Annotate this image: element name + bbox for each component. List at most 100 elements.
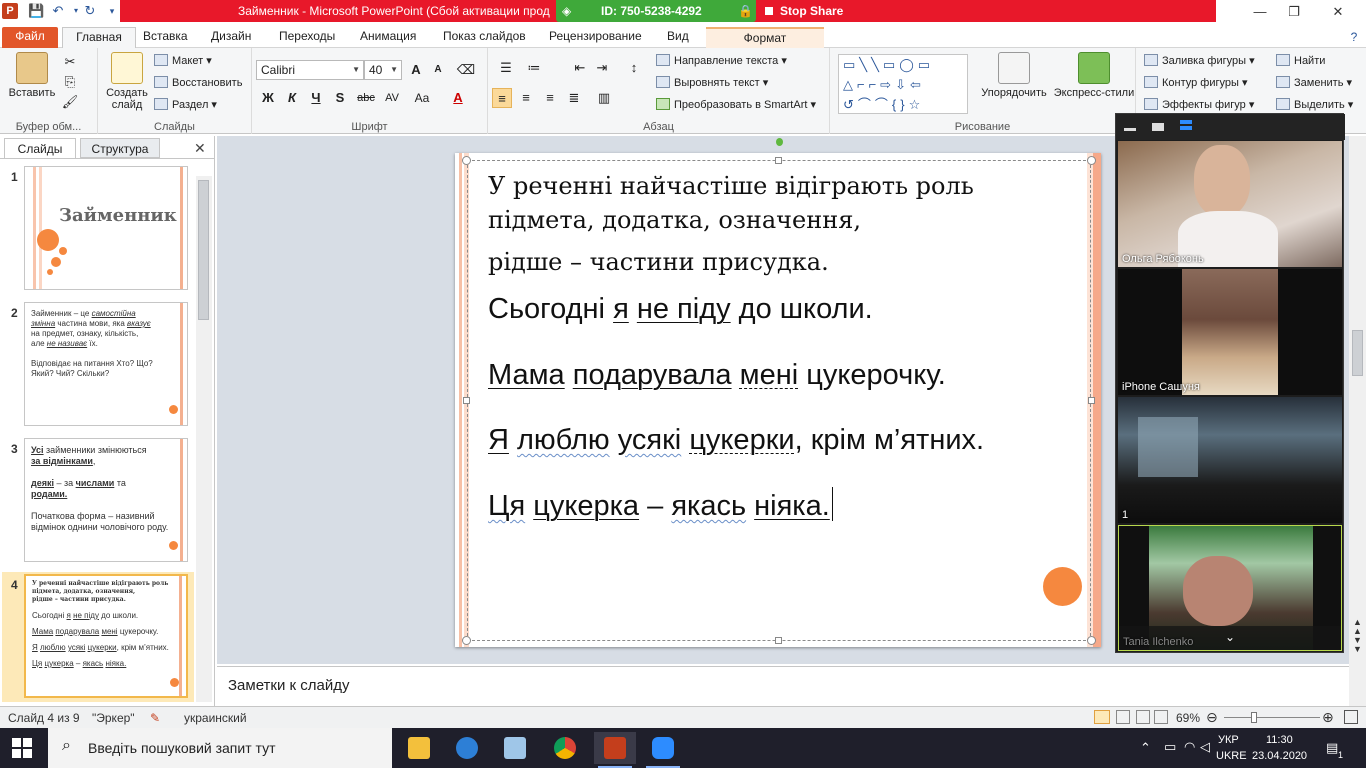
help-icon[interactable]: ? (1346, 29, 1362, 45)
char-spacing-button[interactable]: AV (380, 88, 404, 108)
shadow-button[interactable]: S (330, 88, 350, 108)
tab-slideshow[interactable]: Показ слайдов (443, 27, 526, 48)
columns-icon[interactable]: ▥ (594, 88, 614, 108)
input-lang-2[interactable]: UKRE (1216, 750, 1247, 762)
zoom-level[interactable]: 69% (1176, 711, 1200, 725)
clock-date[interactable]: 23.04.2020 (1252, 750, 1307, 762)
customize-toolbar-icon[interactable]: ▾ (104, 3, 120, 19)
single-view-icon[interactable] (1152, 123, 1164, 131)
zoom-slider[interactable] (1224, 717, 1320, 718)
font-color-button[interactable]: A (448, 88, 468, 108)
smartart-button[interactable]: Преобразовать в SmartArt ▾ (656, 96, 816, 114)
resize-handle[interactable] (1088, 397, 1095, 404)
participant-tile-active[interactable]: Tania Ilchenko ⌄ (1118, 525, 1342, 651)
main-scrollbar[interactable]: ▲ ▲ ▼ ▼ (1349, 136, 1366, 706)
copy-icon[interactable]: ⎘ (60, 72, 80, 92)
text-direction-button[interactable]: Направление текста ▾ (656, 52, 787, 70)
redo-icon[interactable]: ↻ (82, 3, 98, 19)
gallery-view-icon[interactable] (1180, 126, 1192, 130)
windows-start-icon[interactable] (12, 738, 32, 758)
content-textbox[interactable]: У реченні найчастіше відіграють роль під… (467, 160, 1091, 641)
resize-handle[interactable] (775, 157, 782, 164)
align-right-button[interactable]: ≡ (540, 88, 560, 108)
file-explorer-app[interactable] (398, 732, 440, 764)
resize-handle[interactable] (1087, 156, 1096, 165)
justify-button[interactable]: ≣ (564, 88, 584, 108)
participant-tile[interactable]: Ольга Рябоконь (1118, 141, 1342, 267)
shape-fill-button[interactable]: Заливка фигуры ▾ (1144, 52, 1255, 70)
resize-handle[interactable] (463, 397, 470, 404)
select-button[interactable]: Выделить ▾ (1276, 96, 1353, 114)
bullets-icon[interactable]: ☰ (496, 58, 516, 78)
shape-effects-button[interactable]: Эффекты фигур ▾ (1144, 96, 1254, 114)
slideshow-icon[interactable] (1154, 710, 1168, 724)
paint-app[interactable] (494, 732, 536, 764)
tab-file[interactable]: Файл (2, 27, 58, 48)
replace-button[interactable]: Заменить ▾ (1276, 74, 1352, 92)
theme-name[interactable]: "Эркер" (92, 711, 135, 725)
shapes-gallery[interactable]: ▭╲╲▭◯▭ △⌐⌐⇨⇩⇦ ↺⌒⌒{}☆ (838, 54, 968, 114)
zoom-slider-thumb[interactable] (1251, 712, 1257, 723)
input-lang-1[interactable]: УКР (1218, 734, 1239, 746)
prev-slide-icon[interactable]: ▲ ▲ (1353, 618, 1362, 636)
undo-icon[interactable]: ↶ (50, 3, 66, 19)
language[interactable]: украинский (184, 711, 247, 725)
grow-font-button[interactable]: A (406, 60, 426, 80)
slides-scrollbar[interactable] (196, 176, 212, 702)
chevron-down-icon[interactable]: ⌄ (1225, 630, 1235, 644)
clock-time[interactable]: 11:30 (1266, 734, 1293, 746)
tab-design[interactable]: Дизайн (211, 27, 251, 48)
cut-icon[interactable]: ✂ (60, 52, 80, 72)
tab-slides[interactable]: Слайды (4, 138, 76, 158)
slide-sorter-icon[interactable] (1116, 710, 1130, 724)
reset-button[interactable]: Восстановить (154, 74, 242, 92)
tab-transitions[interactable]: Переходы (279, 27, 335, 48)
normal-view-icon[interactable] (1094, 710, 1110, 724)
resize-handle[interactable] (462, 636, 471, 645)
bold-button[interactable]: Ж (258, 88, 278, 108)
stop-share-button[interactable]: Stop Share (758, 0, 850, 22)
shrink-font-button[interactable]: A (428, 60, 448, 80)
edge-app[interactable] (446, 732, 488, 764)
tab-format[interactable]: Формат (706, 27, 824, 48)
notifications-icon[interactable]: ▤ (1326, 740, 1338, 756)
minimize-video-icon[interactable] (1124, 128, 1136, 131)
show-hidden-icons-icon[interactable]: ⌃ (1140, 740, 1151, 756)
resize-handle[interactable] (462, 156, 471, 165)
reading-view-icon[interactable] (1136, 710, 1150, 724)
align-text-button[interactable]: Выровнять текст ▾ (656, 74, 768, 92)
resize-handle[interactable] (775, 637, 782, 644)
slide-thumbnail-4[interactable]: У реченні найчастіше відіграють роль під… (24, 574, 188, 698)
network-icon[interactable]: ▭ (1164, 739, 1176, 755)
align-center-button[interactable]: ≡ (516, 88, 536, 108)
slide-thumbnail-3[interactable]: Усі займенники змінюються за відмінками,… (24, 438, 188, 562)
save-icon[interactable]: 💾 (28, 3, 44, 19)
paste-button[interactable]: Вставить (4, 52, 60, 99)
italic-button[interactable]: К (282, 88, 302, 108)
gallery-view-icon[interactable] (1180, 120, 1192, 124)
close-button[interactable]: ✕ (1318, 2, 1358, 22)
new-slide-button[interactable]: Создать слайд (102, 52, 152, 111)
volume-icon[interactable]: ◁ (1200, 739, 1210, 755)
clear-format-icon[interactable]: ⌫ (456, 60, 476, 80)
layout-button[interactable]: Макет ▾ (154, 52, 212, 70)
shape-outline-button[interactable]: Контур фигуры ▾ (1144, 74, 1248, 92)
zoom-out-icon[interactable]: ⊖ (1206, 709, 1218, 726)
tab-view[interactable]: Вид (667, 27, 689, 48)
restore-button[interactable]: ❐ (1274, 2, 1314, 22)
zoom-in-icon[interactable]: ⊕ (1322, 709, 1334, 726)
font-size-select[interactable]: 40 ▼ (364, 60, 402, 80)
slide-thumbnail-2[interactable]: Займенник – це самостійна змінна частина… (24, 302, 188, 426)
font-name-select[interactable]: Calibri ▼ (256, 60, 364, 80)
strikethrough-button[interactable]: abc (354, 88, 378, 108)
find-button[interactable]: Найти (1276, 52, 1325, 70)
section-button[interactable]: Раздел ▾ (154, 96, 217, 114)
slide-thumbnail-1[interactable]: Займенник (24, 166, 188, 290)
meeting-id-badge[interactable]: ◈ ID: 750-5238-4292 🔒 (556, 0, 756, 22)
tab-review[interactable]: Рецензирование (549, 27, 642, 48)
fit-to-window-icon[interactable] (1344, 710, 1358, 724)
rotate-handle[interactable] (776, 138, 783, 146)
current-slide[interactable]: У реченні найчастіше відіграють роль під… (455, 153, 1101, 647)
arrange-button[interactable]: Упорядочить (976, 52, 1052, 99)
scrollbar-thumb[interactable] (198, 180, 209, 320)
